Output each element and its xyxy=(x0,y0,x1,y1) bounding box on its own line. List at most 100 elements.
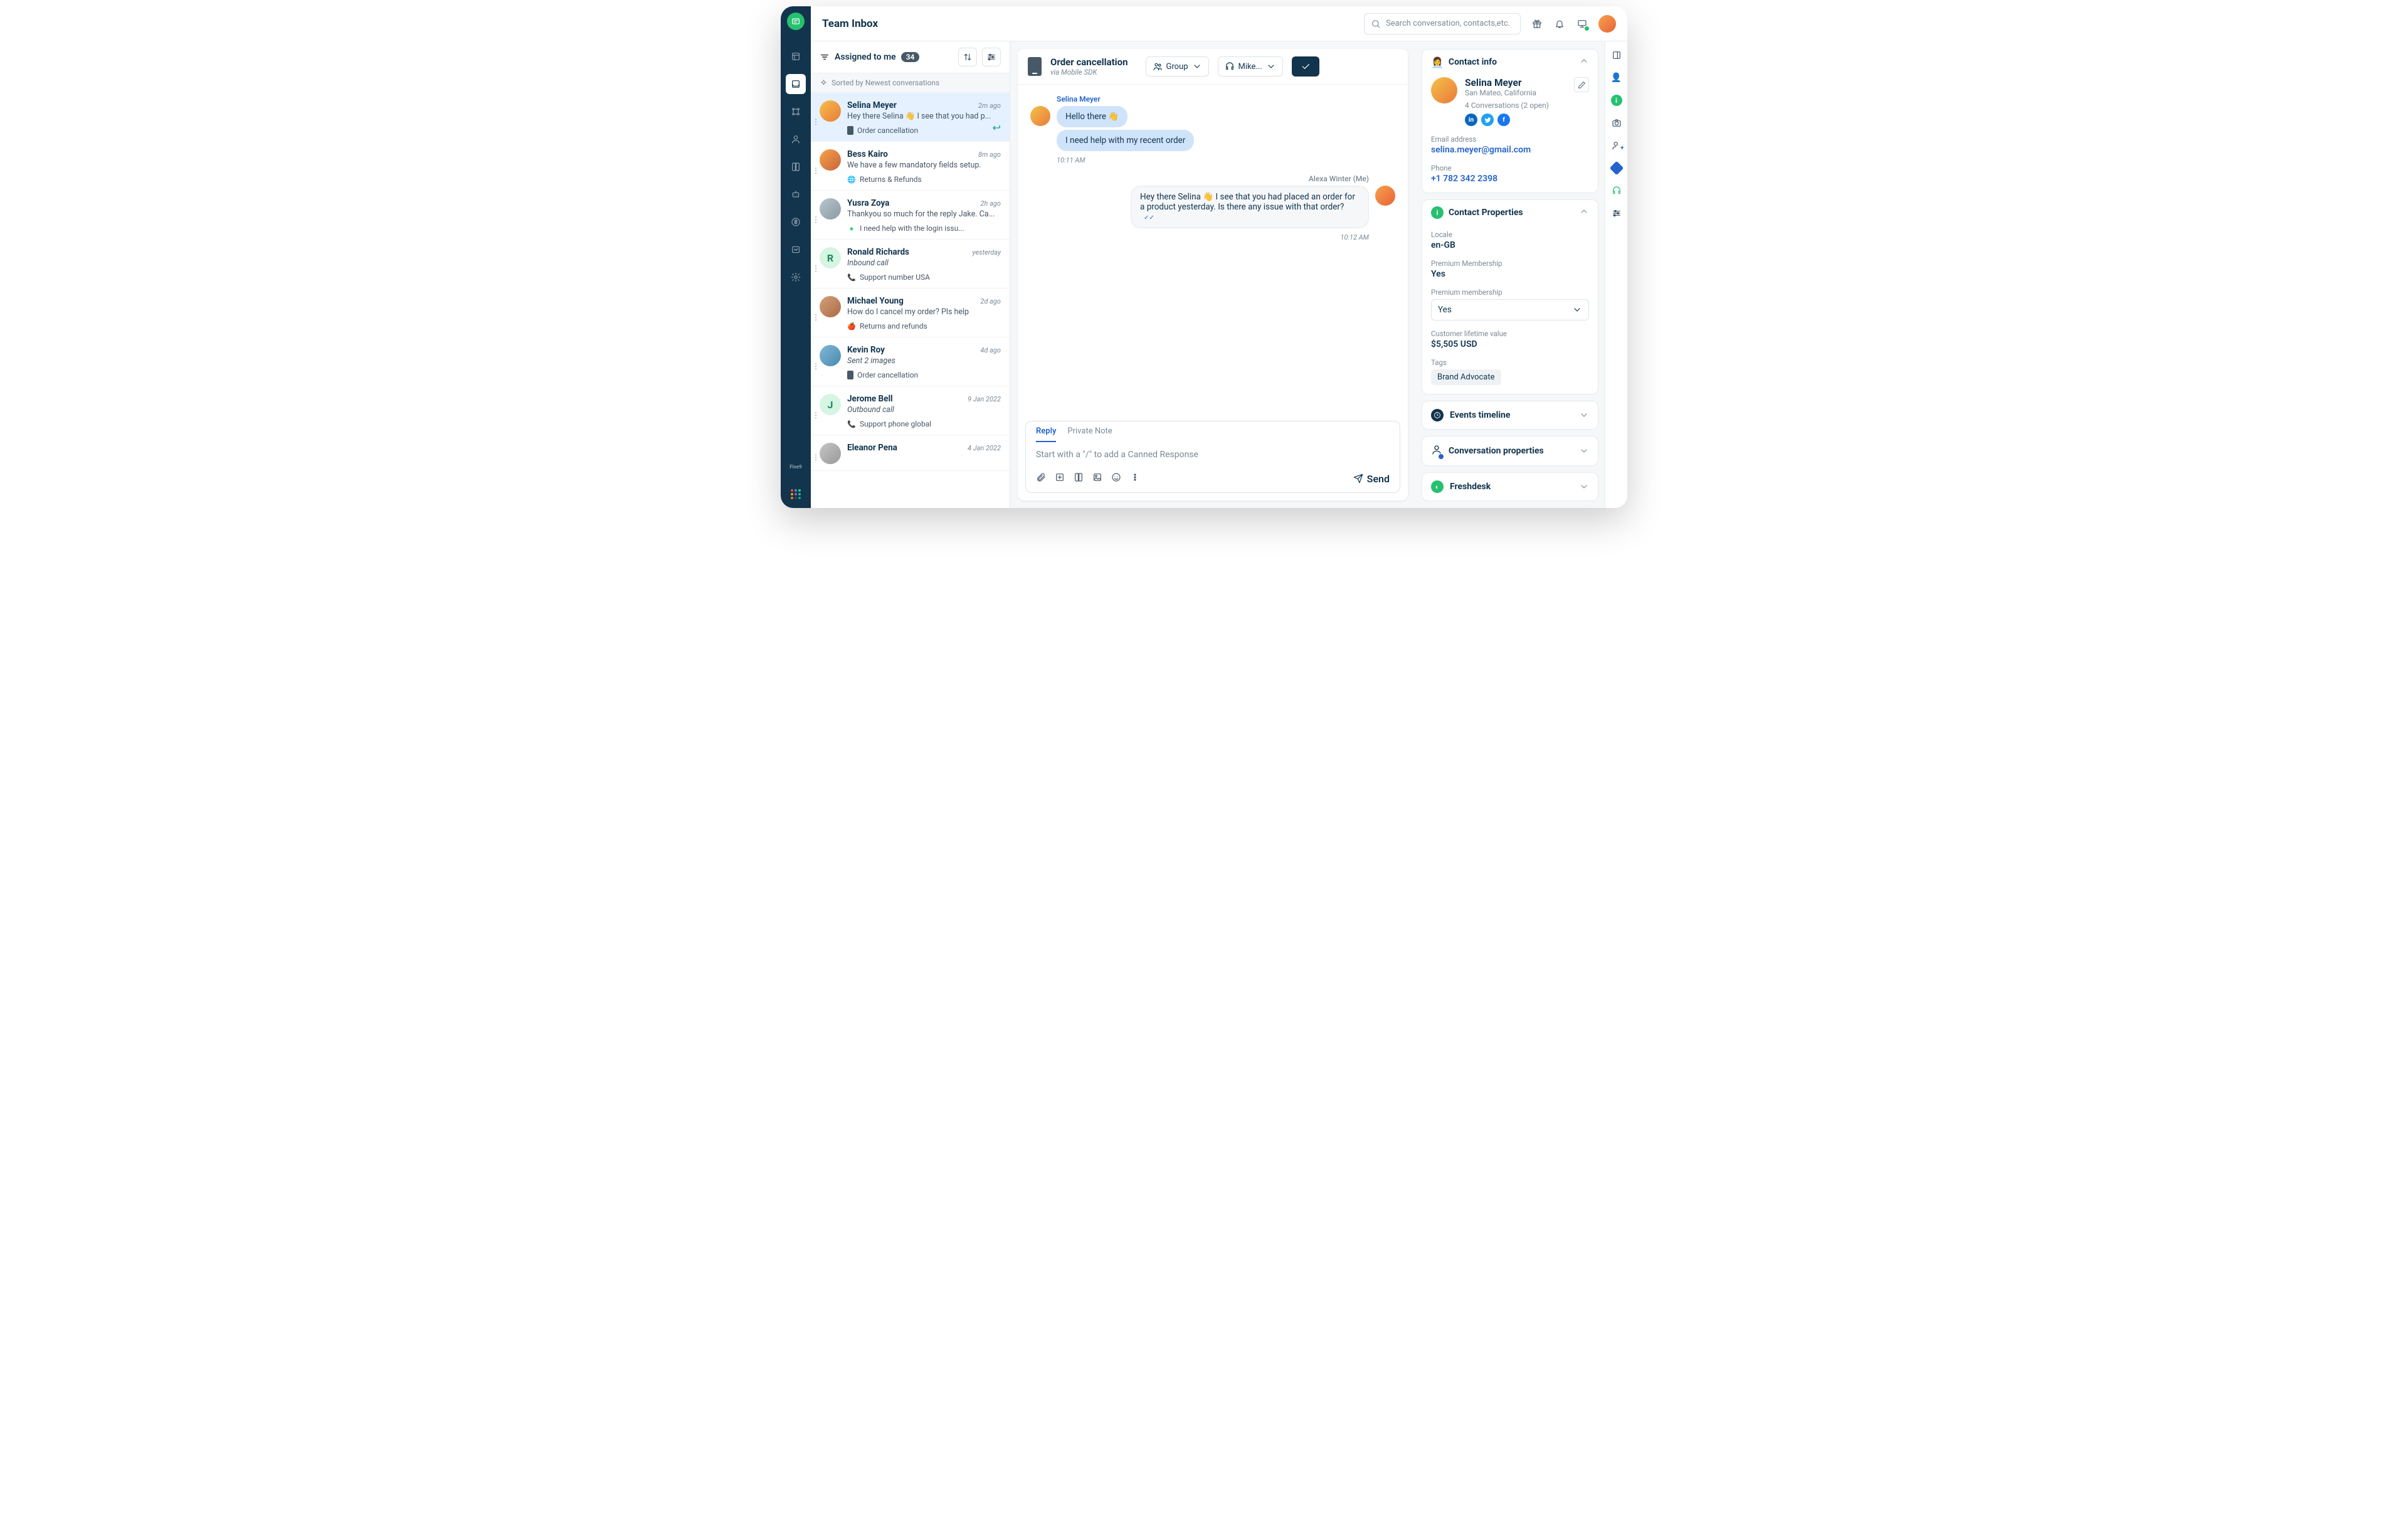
conversation-item[interactable]: ⋮ R Ronald Richards yesterday Inbound ca… xyxy=(811,240,1010,288)
drag-handle-icon[interactable]: ⋮ xyxy=(812,411,820,420)
drag-handle-icon[interactable]: ⋮ xyxy=(812,215,820,224)
contact-conversations-link[interactable]: 4 Conversations (2 open) xyxy=(1465,101,1566,110)
conversation-item[interactable]: ⋮ Eleanor Pena 4 Jan 2022 xyxy=(811,435,1010,471)
message-time: 10:12 AM xyxy=(1131,233,1369,241)
nav-reports[interactable] xyxy=(786,240,806,260)
conversation-topic: Order cancellation xyxy=(847,126,1001,135)
nav-integration-fivenine[interactable]: Five9 xyxy=(786,457,806,477)
sliders-icon[interactable] xyxy=(1610,207,1623,220)
nav-library[interactable] xyxy=(786,157,806,177)
premium-membership-select[interactable]: Yes xyxy=(1431,299,1589,320)
resolve-button[interactable] xyxy=(1292,56,1319,77)
contact-name: Selina Meyer xyxy=(1465,77,1566,88)
group-select[interactable]: Group xyxy=(1146,56,1209,77)
emoji-icon[interactable] xyxy=(1111,472,1121,485)
conversation-item[interactable]: ⋮ Bess Kairo 8m ago We have a few mandat… xyxy=(811,142,1010,191)
drag-handle-icon[interactable]: ⋮ xyxy=(812,313,820,322)
info-icon[interactable]: i xyxy=(1610,94,1623,107)
thread-via: via Mobile SDK xyxy=(1050,68,1128,77)
conversation-time: 2h ago xyxy=(981,199,1001,208)
email-value[interactable]: selina.meyer@gmail.com xyxy=(1431,145,1589,155)
conversation-item[interactable]: ⋮ Michael Young 2d ago How do I cancel m… xyxy=(811,288,1010,337)
nav-bot[interactable] xyxy=(786,184,806,204)
conversation-item[interactable]: ⋮ Yusra Zoya 2h ago Thankyou so much for… xyxy=(811,191,1010,240)
outgoing-message-group: Alexa Winter (Me) Hey there Selina 👋 I s… xyxy=(1030,174,1395,241)
filter-settings-button[interactable] xyxy=(982,48,1001,66)
conversation-name: Yusra Zoya xyxy=(847,198,889,208)
image-icon[interactable] xyxy=(1092,472,1102,485)
conversation-time: 2d ago xyxy=(980,297,1001,305)
incoming-message-group: Selina Meyer Hello there 👋 I need help w… xyxy=(1030,95,1395,164)
conversation-name: Kevin Roy xyxy=(847,345,885,355)
conversation-item[interactable]: ⋮ Kevin Roy 4d ago Sent 2 images Order c… xyxy=(811,337,1010,386)
search-input[interactable]: Search conversation, contacts,etc. xyxy=(1364,13,1521,34)
phone-value[interactable]: +1 782 342 2398 xyxy=(1431,174,1589,184)
expand-panel-icon[interactable] xyxy=(1610,49,1623,61)
agent-select[interactable]: Mike... xyxy=(1218,56,1283,77)
sort-button[interactable] xyxy=(958,48,977,66)
nav-dashboard[interactable] xyxy=(786,46,806,66)
gift-icon[interactable] xyxy=(1531,18,1543,30)
drag-handle-icon[interactable]: ⋮ xyxy=(812,117,820,126)
send-button[interactable]: Send xyxy=(1353,473,1390,485)
nav-settings[interactable] xyxy=(786,267,806,287)
kb-icon[interactable] xyxy=(1074,472,1084,485)
headset-icon xyxy=(1225,61,1235,71)
conversation-topic: 📞Support number USA xyxy=(847,273,1001,282)
drag-handle-icon[interactable]: ⋮ xyxy=(812,362,820,371)
message-bubble: Hey there Selina 👋 I see that you had pl… xyxy=(1131,186,1369,228)
add-user-icon[interactable]: + xyxy=(1610,139,1623,152)
tag-chip[interactable]: Brand Advocate xyxy=(1431,369,1501,385)
composer-input[interactable]: Start with a "/" to add a Canned Respons… xyxy=(1026,442,1400,467)
user-avatar[interactable] xyxy=(1598,15,1616,33)
bell-icon[interactable] xyxy=(1553,18,1566,30)
more-icon[interactable] xyxy=(1130,472,1140,485)
canned-icon[interactable] xyxy=(1055,472,1065,485)
delivered-icon: ✓✓ xyxy=(1144,214,1154,221)
brand-logo[interactable] xyxy=(787,13,805,30)
nav-billing[interactable] xyxy=(786,212,806,232)
monitor-status-icon[interactable] xyxy=(1576,18,1588,30)
nav-inbox[interactable] xyxy=(786,74,806,94)
avatar xyxy=(820,198,841,220)
sort-row[interactable]: Sorted by Newest conversations xyxy=(811,73,1010,93)
conversation-preview: We have a few mandatory fields setup. xyxy=(847,161,1001,170)
twitter-icon[interactable] xyxy=(1481,114,1494,126)
drag-handle-icon[interactable]: ⋮ xyxy=(812,166,820,175)
edit-contact-button[interactable] xyxy=(1574,77,1589,92)
linkedin-icon[interactable]: in xyxy=(1465,114,1477,126)
camera-icon[interactable] xyxy=(1610,117,1623,129)
conversation-time: 4d ago xyxy=(980,346,1001,354)
headset-support-icon[interactable] xyxy=(1610,184,1623,197)
drag-handle-icon[interactable]: ⋮ xyxy=(812,453,820,462)
nav-apps-grid[interactable] xyxy=(786,484,806,504)
conversation-topic: Order cancellation xyxy=(847,371,1001,379)
filter-label[interactable]: Assigned to me xyxy=(835,52,896,62)
freshdesk-toggle[interactable]: ◐ Freshdesk xyxy=(1422,473,1598,500)
conversation-properties-toggle[interactable]: Conversation properties xyxy=(1422,437,1598,465)
sort-label: Sorted by Newest conversations xyxy=(832,78,939,87)
diamond-icon[interactable] xyxy=(1610,162,1623,174)
drag-handle-icon[interactable]: ⋮ xyxy=(812,264,820,273)
contact-icon[interactable]: 👤 xyxy=(1610,71,1623,84)
nav-contacts[interactable] xyxy=(786,102,806,122)
conversation-time: yesterday xyxy=(972,248,1001,257)
facebook-icon[interactable]: f xyxy=(1497,114,1510,126)
list-filter-bar: Assigned to me 34 xyxy=(811,41,1010,73)
conversation-name: Jerome Bell xyxy=(847,394,893,404)
events-timeline-toggle[interactable]: Events timeline xyxy=(1422,401,1598,429)
tab-reply[interactable]: Reply xyxy=(1036,426,1056,442)
conversation-topic: 🌐Returns & Refunds xyxy=(847,175,1001,184)
conversation-topic: 📞Support phone global xyxy=(847,420,1001,428)
conversation-view: Order cancellation via Mobile SDK Group … xyxy=(1010,41,1415,508)
nav-people[interactable] xyxy=(786,129,806,149)
attach-icon[interactable] xyxy=(1036,472,1046,485)
conversation-item[interactable]: ⋮ J Jerome Bell 9 Jan 2022 Outbound call… xyxy=(811,386,1010,435)
chevron-down-icon xyxy=(1192,61,1202,71)
contact-location: San Mateo, California xyxy=(1465,88,1566,97)
topbar: Team Inbox Search conversation, contacts… xyxy=(811,6,1627,41)
tab-private-note[interactable]: Private Note xyxy=(1067,426,1112,442)
collapse-icon[interactable] xyxy=(1579,206,1589,219)
conversation-item[interactable]: ⋮ Selina Meyer 2m ago Hey there Selina 👋… xyxy=(811,93,1010,142)
collapse-icon[interactable] xyxy=(1579,56,1589,68)
